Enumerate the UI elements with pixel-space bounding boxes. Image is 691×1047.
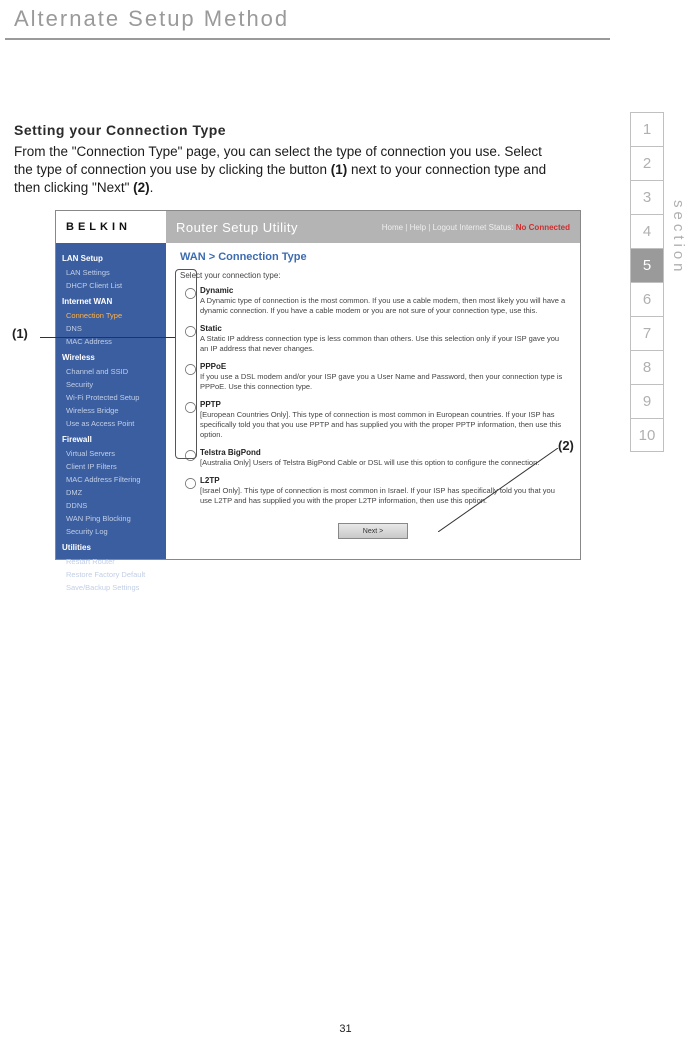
section-tab-9[interactable]: 9 [630, 384, 664, 418]
sidebar-item[interactable]: Wireless Bridge [56, 404, 166, 417]
connection-option: Telstra BigPond[Australia Only] Users of… [180, 448, 566, 468]
sidebar-item[interactable]: Restart Router [56, 555, 166, 568]
body-paragraph: From the "Connection Type" page, you can… [14, 143, 549, 197]
section-nav: 12345678910 [630, 112, 664, 452]
select-label: Select your connection type: [180, 271, 566, 280]
logo-area: BELKIN [56, 211, 166, 243]
connection-radio[interactable] [184, 402, 195, 413]
options-list: DynamicA Dynamic type of connection is t… [180, 286, 566, 506]
topbar-links: Home | Help | Logout Internet Status: No… [382, 223, 570, 232]
connection-option: StaticA Static IP address connection typ… [180, 324, 566, 354]
body-bold1: (1) [331, 162, 348, 177]
connection-text: L2TP[Israel Only]. This type of connecti… [200, 476, 566, 506]
connection-radio[interactable] [184, 478, 195, 489]
title-underline [5, 38, 610, 40]
connection-option: PPTP[European Countries Only]. This type… [180, 400, 566, 440]
page-title: Alternate Setup Method [14, 6, 289, 32]
sidebar-item[interactable]: MAC Address Filtering [56, 473, 166, 486]
topbar-links-text: Home | Help | Logout Internet Status: [382, 223, 514, 232]
router-sidebar: LAN SetupLAN SettingsDHCP Client ListInt… [56, 243, 166, 559]
sidebar-item[interactable]: WAN Ping Blocking [56, 512, 166, 525]
connection-radio[interactable] [184, 450, 195, 461]
sidebar-item[interactable]: Connection Type [56, 309, 166, 322]
connection-radio[interactable] [184, 288, 195, 299]
page-number: 31 [339, 1023, 351, 1035]
section-tab-10[interactable]: 10 [630, 418, 664, 452]
body-bold2: (2) [133, 180, 150, 195]
callout-1-label: (1) [12, 326, 28, 341]
sidebar-item[interactable]: DMZ [56, 486, 166, 499]
internet-status: No Connected [516, 223, 570, 232]
connection-radio[interactable] [184, 326, 195, 337]
connection-text: PPPoEIf you use a DSL modem and/or your … [200, 362, 566, 392]
sidebar-item[interactable]: Virtual Servers [56, 447, 166, 460]
sidebar-header: Utilities [56, 538, 166, 555]
body-part3: . [150, 180, 154, 195]
section-tab-8[interactable]: 8 [630, 350, 664, 384]
sidebar-item[interactable]: DNS [56, 322, 166, 335]
sidebar-item[interactable]: Wi-Fi Protected Setup [56, 391, 166, 404]
sidebar-header: Firewall [56, 430, 166, 447]
section-tab-1[interactable]: 1 [630, 112, 664, 146]
sidebar-item[interactable]: LAN Settings [56, 266, 166, 279]
sidebar-item[interactable]: DDNS [56, 499, 166, 512]
connection-option: L2TP[Israel Only]. This type of connecti… [180, 476, 566, 506]
sidebar-item[interactable]: DHCP Client List [56, 279, 166, 292]
connection-text: Telstra BigPond[Australia Only] Users of… [200, 448, 566, 468]
sidebar-header: Wireless [56, 348, 166, 365]
topbar-title: Router Setup Utility [176, 220, 298, 235]
section-tab-7[interactable]: 7 [630, 316, 664, 350]
next-button[interactable]: Next > [338, 523, 408, 539]
sidebar-item[interactable]: Use as Access Point [56, 417, 166, 430]
section-tab-4[interactable]: 4 [630, 214, 664, 248]
sidebar-item[interactable]: Security [56, 378, 166, 391]
sidebar-item[interactable]: Channel and SSID [56, 365, 166, 378]
router-main: WAN > Connection Type Select your connec… [166, 243, 580, 559]
utility-topbar: Router Setup Utility Home | Help | Logou… [166, 211, 580, 243]
connection-radio[interactable] [184, 364, 195, 375]
section-tab-2[interactable]: 2 [630, 146, 664, 180]
connection-option: PPPoEIf you use a DSL modem and/or your … [180, 362, 566, 392]
section-subtitle: Setting your Connection Type [14, 122, 226, 138]
connection-option: DynamicA Dynamic type of connection is t… [180, 286, 566, 316]
connection-text: DynamicA Dynamic type of connection is t… [200, 286, 566, 316]
connection-text: StaticA Static IP address connection typ… [200, 324, 566, 354]
section-vertical-label: section [670, 200, 687, 276]
callout-1-line [40, 337, 175, 338]
router-screenshot: BELKIN Router Setup Utility Home | Help … [55, 210, 581, 560]
sidebar-item[interactable]: Security Log [56, 525, 166, 538]
sidebar-item[interactable]: Save/Backup Settings [56, 581, 166, 594]
connection-text: PPTP[European Countries Only]. This type… [200, 400, 566, 440]
section-tab-5[interactable]: 5 [630, 248, 664, 282]
wan-heading: WAN > Connection Type [180, 251, 566, 263]
sidebar-header: Internet WAN [56, 292, 166, 309]
section-tab-3[interactable]: 3 [630, 180, 664, 214]
section-tab-6[interactable]: 6 [630, 282, 664, 316]
sidebar-item[interactable]: Restore Factory Default [56, 568, 166, 581]
sidebar-header: LAN Setup [56, 249, 166, 266]
callout-2-label: (2) [558, 438, 574, 453]
sidebar-item[interactable]: Client IP Filters [56, 460, 166, 473]
belkin-logo: BELKIN [66, 221, 131, 233]
